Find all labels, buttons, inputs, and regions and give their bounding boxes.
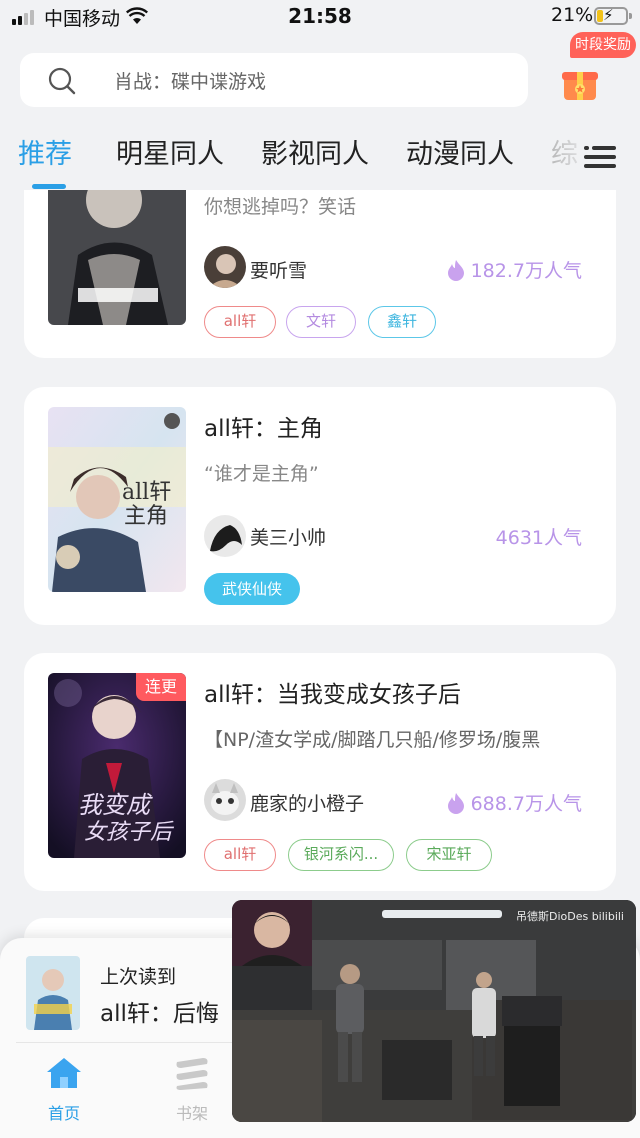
tab-recommend[interactable]: 推荐 bbox=[18, 132, 72, 171]
gift-icon[interactable] bbox=[560, 60, 600, 102]
video-overlay[interactable]: 吊德斯DioDes bilibili bbox=[232, 900, 636, 1122]
tag[interactable]: 文轩 bbox=[286, 306, 356, 338]
popularity-count: 182.7万人气 bbox=[470, 260, 582, 282]
popularity: 688.7万人气 bbox=[447, 789, 582, 816]
tag[interactable]: all轩 bbox=[204, 839, 276, 871]
tag[interactable]: 银河系闪... bbox=[288, 839, 394, 871]
last-read-cover[interactable] bbox=[26, 956, 80, 1030]
tab-active-indicator bbox=[32, 184, 66, 189]
book-card[interactable]: 我变成 女孩子后 连更 all轩：当我变成女孩子后 【NP/渣女学成/脚踏几只船… bbox=[24, 653, 616, 891]
tag[interactable]: 武侠仙侠 bbox=[204, 573, 300, 605]
flame-icon bbox=[447, 792, 464, 814]
update-badge: 连更 bbox=[136, 673, 186, 701]
search-bar[interactable]: 肖战：碟中谍游戏 bbox=[20, 53, 528, 107]
nav-bookshelf[interactable]: 书架 bbox=[152, 1056, 232, 1124]
menu-icon[interactable] bbox=[582, 138, 618, 174]
avatar bbox=[204, 246, 246, 288]
tag[interactable]: 鑫轩 bbox=[368, 306, 436, 338]
svg-text:女孩子后: 女孩子后 bbox=[84, 820, 175, 845]
svg-text:我变成: 我变成 bbox=[78, 791, 153, 819]
nav-shelf-label: 书架 bbox=[175, 1104, 208, 1123]
book-cover[interactable]: 我变成 女孩子后 连更 bbox=[48, 673, 186, 858]
video-watermark: 吊德斯DioDes bilibili bbox=[515, 910, 624, 923]
author-name: 美三小帅 bbox=[250, 527, 327, 549]
svg-text:主角: 主角 bbox=[124, 504, 168, 529]
author-name: 要听雪 bbox=[250, 260, 308, 282]
book-description: 你想逃掉吗？笑话 bbox=[204, 196, 357, 218]
last-read-label: 上次读到 bbox=[100, 966, 177, 988]
book-description: 【NP/渣女学成/脚踏几只船/修罗场/腹黑 bbox=[204, 729, 541, 751]
book-title: all轩：主角 bbox=[204, 416, 323, 442]
search-icon bbox=[48, 67, 76, 95]
battery-percent: 21% bbox=[551, 4, 594, 26]
category-tabs: 推荐 明星同人 影视同人 动漫同人 综 bbox=[0, 128, 640, 190]
book-card[interactable]: 你想逃掉吗？笑话 要听雪 182.7万人气 all轩 文轩 鑫轩 bbox=[24, 190, 616, 358]
book-cover[interactable] bbox=[48, 190, 186, 325]
book-card[interactable]: all轩 主角 all轩：主角 “谁才是主角” 美三小帅 4631人气 武侠仙侠 bbox=[24, 387, 616, 625]
popularity: 4631人气 bbox=[496, 523, 582, 550]
tab-film-tv-fanfic[interactable]: 影视同人 bbox=[261, 132, 369, 171]
svg-text:all轩: all轩 bbox=[122, 480, 171, 505]
tab-anime-fanfic[interactable]: 动漫同人 bbox=[406, 132, 514, 171]
book-list: 你想逃掉吗？笑话 要听雪 182.7万人气 all轩 文轩 鑫轩 all轩 主角… bbox=[0, 190, 640, 950]
last-read-title[interactable]: all轩：后悔 bbox=[100, 994, 219, 1028]
nav-home[interactable]: 首页 bbox=[24, 1056, 104, 1124]
clock: 21:58 bbox=[288, 4, 352, 28]
book-title: all轩：当我变成女孩子后 bbox=[204, 682, 461, 708]
reward-label[interactable]: 时段奖励 bbox=[570, 32, 636, 58]
battery-icon: ⚡ bbox=[594, 6, 632, 25]
home-icon bbox=[47, 1058, 81, 1088]
tag[interactable]: all轩 bbox=[204, 306, 276, 338]
flame-icon bbox=[447, 259, 464, 281]
author-name: 鹿家的小橙子 bbox=[250, 793, 365, 815]
status-bar: 中国移动 21:58 21% ⚡ bbox=[0, 0, 640, 34]
popularity-count: 4631人气 bbox=[495, 527, 582, 549]
bookshelf-icon bbox=[176, 1058, 208, 1090]
video-frame bbox=[232, 900, 636, 1122]
avatar bbox=[204, 779, 246, 821]
tag[interactable]: 宋亚轩 bbox=[406, 839, 492, 871]
popularity-count: 688.7万人气 bbox=[470, 793, 582, 815]
tab-celebrity-fanfic[interactable]: 明星同人 bbox=[116, 132, 224, 171]
book-cover[interactable]: all轩 主角 bbox=[48, 407, 186, 592]
nav-home-label: 首页 bbox=[47, 1104, 80, 1123]
book-description: “谁才是主角” bbox=[204, 463, 319, 485]
popularity: 182.7万人气 bbox=[447, 256, 582, 283]
avatar bbox=[204, 515, 246, 557]
search-placeholder: 肖战：碟中谍游戏 bbox=[114, 71, 267, 93]
